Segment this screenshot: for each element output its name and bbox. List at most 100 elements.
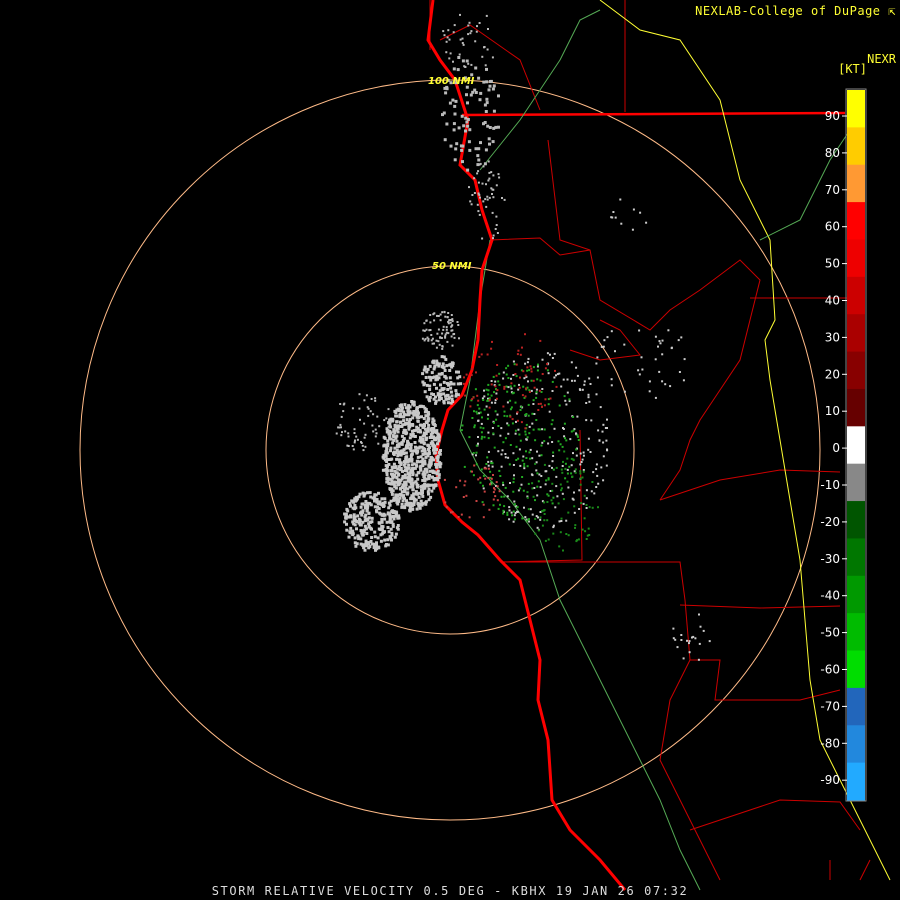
radar-return-pixel [374, 397, 377, 400]
radar-return-pixel [423, 322, 426, 325]
radar-return-pixel [445, 506, 448, 509]
radar-return-pixel [489, 483, 491, 486]
radar-return-pixel [551, 419, 554, 422]
radar-return-pixel [526, 361, 529, 364]
radar-return-pixel [488, 196, 491, 199]
radar-return-pixel [421, 464, 425, 468]
radar-return-pixel [410, 400, 414, 403]
radar-return-pixel [525, 450, 527, 453]
radar-return-pixel [416, 427, 420, 430]
radar-return-pixel [565, 439, 568, 442]
radar-return-pixel [427, 492, 430, 496]
radar-return-pixel [492, 188, 495, 191]
radar-return-pixel [495, 481, 498, 484]
radar-return-pixel [477, 436, 479, 438]
radar-return-pixel [555, 485, 558, 488]
radar-return-pixel [512, 464, 515, 466]
radar-return-pixel [531, 482, 534, 485]
radar-return-pixel [482, 200, 485, 203]
radar-return-pixel [365, 508, 369, 512]
radar-return-pixel [383, 419, 386, 422]
radar-return-pixel [339, 423, 342, 426]
radar-return-pixel [504, 453, 507, 455]
radar-return-pixel [514, 429, 517, 432]
radar-return-pixel [512, 520, 515, 523]
radar-return-pixel [482, 484, 484, 487]
radar-return-pixel [583, 380, 586, 383]
radar-return-pixel [387, 408, 390, 411]
radar-return-pixel [425, 319, 428, 322]
radar-return-pixel [497, 507, 500, 510]
radar-return-pixel [510, 377, 512, 380]
radar-return-pixel [510, 511, 513, 514]
radar-return-pixel [527, 357, 530, 360]
radar-return-pixel [482, 474, 485, 477]
radar-return-pixel [582, 470, 585, 473]
product-label: NEXR [867, 52, 896, 66]
radar-return-pixel [560, 487, 563, 490]
radar-return-pixel [490, 383, 493, 386]
radar-return-pixel [459, 144, 463, 148]
radar-return-pixel [550, 423, 553, 426]
radar-return-pixel [474, 388, 477, 391]
radar-return-pixel [585, 538, 588, 540]
radar-return-pixel [558, 449, 561, 452]
radar-return-pixel [488, 80, 492, 83]
radar-return-pixel [488, 84, 492, 88]
color-scale-segment [847, 202, 865, 240]
radar-return-pixel [513, 518, 516, 521]
radar-return-pixel [580, 502, 583, 505]
radar-return-pixel [570, 361, 573, 364]
radar-return-pixel [523, 465, 526, 468]
radar-return-pixel [360, 441, 362, 443]
radar-return-pixel [389, 449, 392, 453]
radar-return-pixel [488, 508, 491, 511]
radar-return-pixel [579, 483, 582, 486]
radar-return-pixel [424, 376, 428, 379]
radar-return-pixel [477, 478, 480, 481]
radar-return-pixel [574, 471, 577, 474]
radar-return-pixel [570, 472, 573, 475]
radar-return-pixel [497, 173, 500, 176]
radar-return-pixel [486, 195, 489, 198]
radar-return-pixel [446, 401, 450, 405]
radar-return-pixel [428, 364, 432, 368]
radar-return-pixel [547, 494, 550, 497]
radar-return-pixel [589, 451, 592, 453]
radar-return-pixel [335, 432, 338, 435]
radar-return-pixel [517, 457, 520, 460]
radar-return-pixel [449, 386, 453, 390]
radar-return-pixel [544, 539, 547, 542]
radar-return-pixel [585, 507, 588, 509]
radar-return-pixel [461, 424, 464, 427]
radar-return-pixel [401, 499, 405, 503]
radar-return-pixel [688, 642, 690, 645]
radar-return-pixel [444, 501, 447, 504]
radar-return-pixel [565, 519, 568, 522]
radar-return-pixel [395, 498, 399, 501]
radar-return-pixel [512, 510, 515, 513]
radar-return-pixel [490, 187, 493, 190]
radar-return-pixel [372, 413, 375, 416]
radar-return-pixel [411, 472, 415, 476]
radar-return-pixel [516, 506, 519, 509]
radar-return-pixel [541, 524, 544, 527]
radar-return-pixel [370, 398, 373, 400]
radar-return-pixel [490, 171, 493, 174]
radar-return-pixel [495, 418, 498, 421]
radar-return-pixel [484, 148, 488, 152]
radar-return-pixel [370, 520, 374, 524]
radar-return-pixel [388, 458, 392, 461]
radar-return-pixel [416, 502, 420, 505]
radar-return-pixel [561, 445, 564, 448]
radar-return-pixel [524, 430, 527, 433]
radar-return-pixel [429, 314, 432, 316]
radar-return-pixel [479, 91, 483, 95]
radar-return-pixel [483, 436, 486, 439]
radar-return-pixel [451, 344, 454, 347]
radar-return-pixel [454, 389, 458, 393]
radar-return-pixel [529, 457, 532, 460]
color-scale-tick-label: 90 [825, 109, 840, 123]
radar-return-pixel [562, 549, 564, 552]
radar-return-pixel [502, 405, 505, 408]
